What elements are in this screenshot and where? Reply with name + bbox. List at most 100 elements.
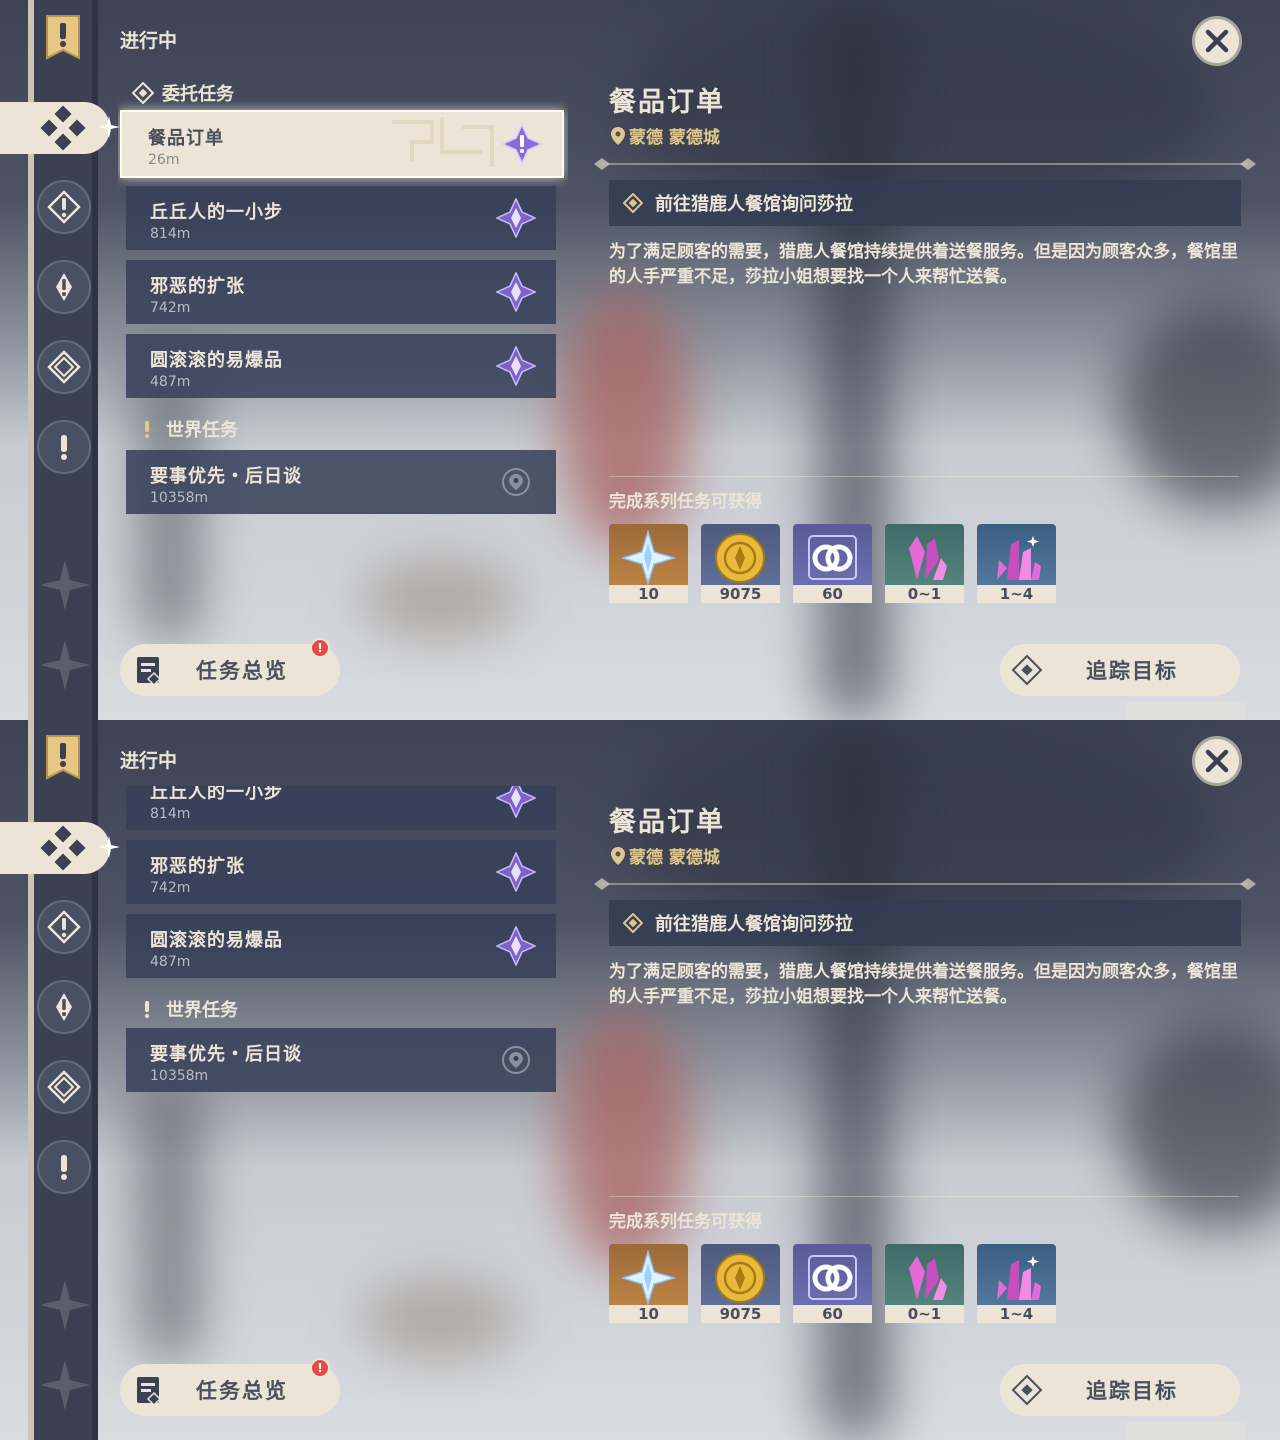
rail-deco-icon: [40, 560, 90, 610]
reward-crystal-chunk[interactable]: 0~1: [885, 1244, 964, 1323]
active-spark-icon: [98, 116, 120, 138]
commission-quest-icon: [496, 926, 536, 966]
corner-strip: [1125, 702, 1245, 720]
story-quest-icon: [56, 273, 72, 301]
event-quest-icon: [47, 1070, 81, 1104]
category-world: 世界任务: [136, 416, 238, 442]
quest-screen-1: 进行中 委托任务 餐品订单 26m 丘丘人的一小步 814m 邪恶的扩张 742…: [0, 0, 1280, 720]
close-button[interactable]: [1192, 736, 1242, 786]
reward-primogem[interactable]: 10: [609, 524, 688, 603]
commission-quest-icon: [496, 198, 536, 238]
quest-item[interactable]: 丘丘人的一小步 814m: [126, 186, 556, 250]
close-icon: [1205, 749, 1229, 773]
rail-deco-icon: [40, 1360, 90, 1410]
quest-banner-icon: [46, 15, 80, 60]
reward-list: 10 9075 60 0~1 1~4: [609, 524, 1056, 603]
friendship-exp-icon: [808, 1255, 857, 1300]
quest-description: 为了满足顾客的需要，猎鹿人餐馆持续提供着送餐服务。但是因为顾客众多，餐馆里的人手…: [609, 242, 1238, 287]
rail-tab-world[interactable]: [37, 420, 91, 474]
overview-list-icon: [132, 1373, 166, 1407]
quest-screen-2: 进行中 丘丘人的一小步 814m 邪恶的扩张 742m 圆滚滚的易爆品 487m…: [0, 720, 1280, 1440]
reward-crystal-cluster[interactable]: 1~4: [977, 1244, 1056, 1323]
quest-item[interactable]: 丘丘人的一小步 814m: [126, 786, 556, 830]
quest-item[interactable]: 圆滚滚的易爆品 487m: [126, 914, 556, 978]
track-diamond-icon: [1010, 653, 1044, 687]
rail-tab-commission[interactable]: [0, 102, 110, 154]
active-spark-icon: [98, 836, 120, 858]
rail-tab-event[interactable]: [37, 340, 91, 394]
rail-tab-story[interactable]: [37, 980, 91, 1034]
quest-item[interactable]: 要事优先・后日谈 10358m: [126, 450, 556, 514]
category-world: 世界任务: [136, 996, 238, 1022]
commission-icon: [40, 105, 86, 151]
quest-title: 餐品订单: [609, 87, 725, 118]
reward-mora[interactable]: 9075: [701, 1244, 780, 1323]
commission-quest-icon: [496, 786, 536, 818]
rail-tab-world[interactable]: [37, 1140, 91, 1194]
quest-item-selected[interactable]: 餐品订单 26m: [120, 110, 564, 178]
divider-ornament: [594, 878, 1256, 890]
rail-tab-commission[interactable]: [0, 822, 110, 874]
archon-quest-icon: [47, 190, 81, 224]
pattern-decoration: [392, 117, 494, 167]
overview-list-icon: [132, 653, 166, 687]
divider-ornament: [594, 158, 1256, 170]
location-icon: [611, 126, 625, 145]
reward-friendship-exp[interactable]: 60: [793, 524, 872, 603]
primogem-icon: [621, 530, 676, 585]
reward-divider: [609, 1196, 1239, 1197]
reward-primogem[interactable]: 10: [609, 1244, 688, 1323]
world-quest-small-icon: [145, 1001, 149, 1018]
quest-title: 餐品订单: [609, 807, 725, 838]
reward-crystal-chunk[interactable]: 0~1: [885, 524, 964, 603]
event-quest-icon: [47, 350, 81, 384]
reward-divider: [609, 476, 1239, 477]
quest-overview-button[interactable]: 任务总览: [120, 1364, 340, 1416]
quest-objective: 前往猎鹿人餐馆询问莎拉: [609, 180, 1241, 226]
reward-friendship-exp[interactable]: 60: [793, 1244, 872, 1323]
objective-diamond-icon: [623, 193, 643, 213]
rail-tab-archon[interactable]: [37, 180, 91, 234]
close-button[interactable]: [1192, 16, 1242, 66]
commission-icon: [40, 825, 86, 871]
quest-item[interactable]: 邪恶的扩张 742m: [126, 260, 556, 324]
quest-item[interactable]: 邪恶的扩张 742m: [126, 840, 556, 904]
commission-quest-icon: [496, 346, 536, 386]
quest-item[interactable]: 要事优先・后日谈 10358m: [126, 1028, 556, 1092]
quest-location: 蒙德 蒙德城: [611, 123, 720, 148]
world-quest-icon: [61, 1155, 67, 1180]
location-icon: [611, 846, 625, 865]
crystal-chunk-icon: [909, 1256, 947, 1300]
reward-mora[interactable]: 9075: [701, 524, 780, 603]
world-quest-icon: [61, 435, 67, 460]
location-pin-icon: [502, 1046, 530, 1074]
primogem-icon: [621, 1250, 676, 1305]
friendship-exp-icon: [808, 535, 857, 580]
track-target-button[interactable]: 追踪目标: [1000, 1364, 1240, 1416]
location-pin-icon: [502, 468, 530, 496]
quest-overview-button[interactable]: 任务总览: [120, 644, 340, 696]
quest-banner-icon: [46, 735, 80, 780]
quest-list: 餐品订单 26m 丘丘人的一小步 814m 邪恶的扩张 742m 圆滚滚的易爆品…: [118, 86, 568, 606]
rewards-label: 完成系列任务可获得: [609, 1212, 762, 1232]
corner-strip: [1125, 1422, 1245, 1440]
quest-item[interactable]: 圆滚滚的易爆品 487m: [126, 334, 556, 398]
quest-objective: 前往猎鹿人餐馆询问莎拉: [609, 900, 1241, 946]
quest-description: 为了满足顾客的需要，猎鹿人餐馆持续提供着送餐服务。但是因为顾客众多，餐馆里的人手…: [609, 962, 1238, 1007]
crystal-cluster-icon: [997, 1256, 1041, 1300]
track-target-button[interactable]: 追踪目标: [1000, 644, 1240, 696]
track-diamond-icon: [1010, 1373, 1044, 1407]
quest-list: 丘丘人的一小步 814m 邪恶的扩张 742m 圆滚滚的易爆品 487m 世界任…: [118, 786, 568, 1306]
mora-icon: [715, 1253, 765, 1303]
rewards-label: 完成系列任务可获得: [609, 492, 762, 512]
rail-tab-archon[interactable]: [37, 900, 91, 954]
commission-quest-icon: [496, 272, 536, 312]
reward-crystal-cluster[interactable]: 1~4: [977, 524, 1056, 603]
quest-location: 蒙德 蒙德城: [611, 843, 720, 868]
mora-icon: [715, 533, 765, 583]
objective-diamond-icon: [623, 913, 643, 933]
notification-badge: !: [310, 1358, 330, 1378]
crystal-cluster-icon: [997, 536, 1041, 580]
rail-tab-story[interactable]: [37, 260, 91, 314]
rail-tab-event[interactable]: [37, 1060, 91, 1114]
